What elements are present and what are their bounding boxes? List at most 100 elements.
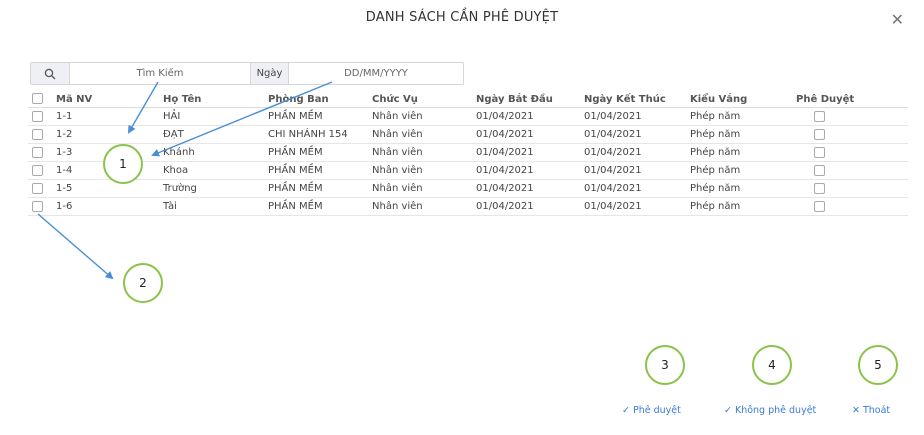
table-row[interactable]: 1-5 Trường PHẦN MỀM Nhân viên 01/04/2021… [28, 179, 908, 198]
cell-kieu-vang: Phép năm [690, 143, 796, 162]
exit-label: Thoát [862, 405, 891, 416]
cell-ngay-bat-dau: 01/04/2021 [476, 161, 584, 180]
approve-cell [796, 143, 908, 162]
table-row[interactable]: 1-3 Khánh PHẦN MỀM Nhân viên 01/04/2021 … [28, 143, 908, 162]
cell-chuc-vu: Nhân viên [372, 197, 476, 216]
approve-checkbox[interactable] [814, 110, 825, 122]
search-input[interactable] [70, 63, 250, 84]
row-select-cell [28, 143, 56, 162]
header-ngay-bat-dau[interactable]: Ngày Bắt Đầu [476, 91, 584, 108]
header-ngay-ket-thuc[interactable]: Ngày Kết Thúc [584, 91, 690, 108]
cell-ho-ten: ĐẠT [163, 125, 268, 144]
search-icon [44, 68, 56, 79]
annotation-2: 2 [123, 263, 163, 303]
cell-ho-ten: HẢI [163, 107, 268, 126]
cell-phong-ban: PHẦN MỀM [268, 107, 372, 126]
reject-label: Không phê duyệt [734, 405, 817, 416]
cell-ngay-bat-dau: 01/04/2021 [476, 197, 584, 216]
header-kieu-vang[interactable]: Kiểu Vắng [690, 91, 796, 108]
select-all-cell [28, 91, 56, 108]
annotation-3: 3 [645, 345, 685, 385]
approve-cell [796, 107, 908, 126]
cell-chuc-vu: Nhân viên [372, 143, 476, 162]
approve-checkbox[interactable] [814, 200, 825, 212]
search-bar: Ngày [30, 62, 464, 85]
cell-phong-ban: PHẦN MỀM [268, 179, 372, 198]
cell-ngay-ket-thuc: 01/04/2021 [584, 125, 690, 144]
row-checkbox[interactable] [32, 182, 43, 194]
approve-checkbox[interactable] [814, 164, 825, 176]
annotation-1: 1 [103, 144, 143, 184]
cell-ngay-ket-thuc: 01/04/2021 [584, 143, 690, 162]
cell-kieu-vang: Phép năm [690, 107, 796, 126]
cell-phong-ban: PHẦN MỀM [268, 143, 372, 162]
header-chuc-vu[interactable]: Chức Vụ [372, 91, 476, 108]
cell-ngay-bat-dau: 01/04/2021 [476, 125, 584, 144]
header-phong-ban[interactable]: Phòng Ban [268, 91, 372, 108]
close-icon: ✕ [852, 405, 860, 416]
arrow-checkbox-to-2 [37, 213, 114, 280]
annotation-5: 5 [858, 345, 898, 385]
approve-button[interactable]: ✓ Phê duyệt [622, 405, 681, 416]
cell-phong-ban: PHẦN MỀM [268, 161, 372, 180]
approve-cell [796, 197, 908, 216]
dialog-title: DANH SÁCH CẦN PHÊ DUYỆT [365, 10, 559, 25]
approve-cell [796, 125, 908, 144]
header-ho-ten[interactable]: Họ Tên [163, 91, 268, 108]
table-row[interactable]: 1-4 Khoa PHẦN MỀM Nhân viên 01/04/2021 0… [28, 161, 908, 180]
row-checkbox[interactable] [32, 110, 43, 122]
approve-checkbox[interactable] [814, 182, 825, 194]
cell-chuc-vu: Nhân viên [372, 161, 476, 180]
approve-cell [796, 161, 908, 180]
cell-ho-ten: Trường [163, 179, 268, 198]
annotation-4: 4 [752, 345, 792, 385]
cell-ma-nv: 1-2 [56, 125, 163, 144]
row-checkbox[interactable] [32, 164, 43, 176]
cell-ma-nv: 1-6 [56, 197, 163, 216]
cell-ngay-ket-thuc: 01/04/2021 [584, 107, 690, 126]
cell-ho-ten: Tài [163, 197, 268, 216]
cell-ngay-bat-dau: 01/04/2021 [476, 107, 584, 126]
cell-ho-ten: Khoa [163, 161, 268, 180]
check-icon: ✓ [724, 405, 732, 416]
cell-ngay-bat-dau: 01/04/2021 [476, 179, 584, 198]
cell-ma-nv: 1-5 [56, 179, 163, 198]
select-all-checkbox[interactable] [32, 93, 43, 105]
approve-label: Phê duyệt [632, 405, 681, 416]
approval-table: Mã NV Họ Tên Phòng Ban Chức Vụ Ngày Bắt … [28, 91, 908, 216]
cell-ngay-ket-thuc: 01/04/2021 [584, 161, 690, 180]
cell-kieu-vang: Phép năm [690, 197, 796, 216]
search-button[interactable] [31, 63, 70, 84]
cell-chuc-vu: Nhân viên [372, 107, 476, 126]
table-row[interactable]: 1-6 Tài PHẦN MỀM Nhân viên 01/04/2021 01… [28, 197, 908, 216]
table-body: 1-1 HẢI PHẦN MỀM Nhân viên 01/04/2021 01… [28, 107, 908, 216]
date-input[interactable] [289, 63, 463, 84]
table-row[interactable]: 1-2 ĐẠT CHI NHÁNH 154 Nhân viên 01/04/20… [28, 125, 908, 144]
row-checkbox[interactable] [32, 200, 43, 212]
check-icon: ✓ [622, 405, 630, 416]
approve-checkbox[interactable] [814, 128, 825, 140]
approve-checkbox[interactable] [814, 146, 825, 158]
reject-button[interactable]: ✓ Không phê duyệt [724, 405, 816, 416]
cell-phong-ban: CHI NHÁNH 154 [268, 125, 372, 144]
row-checkbox[interactable] [32, 128, 43, 140]
row-select-cell [28, 107, 56, 126]
header-phe-duyet[interactable]: Phê Duyệt [796, 91, 908, 108]
row-select-cell [28, 197, 56, 216]
header-ma-nv[interactable]: Mã NV [56, 91, 163, 108]
cell-ngay-ket-thuc: 01/04/2021 [584, 179, 690, 198]
row-select-cell [28, 161, 56, 180]
cell-chuc-vu: Nhân viên [372, 179, 476, 198]
cell-ho-ten: Khánh [163, 143, 268, 162]
cell-ma-nv: 1-1 [56, 107, 163, 126]
cell-phong-ban: PHẦN MỀM [268, 197, 372, 216]
approve-cell [796, 179, 908, 198]
row-checkbox[interactable] [32, 146, 43, 158]
table-row[interactable]: 1-1 HẢI PHẦN MỀM Nhân viên 01/04/2021 01… [28, 107, 908, 126]
cell-kieu-vang: Phép năm [690, 161, 796, 180]
cell-chuc-vu: Nhân viên [372, 125, 476, 144]
exit-button[interactable]: ✕ Thoát [852, 405, 890, 416]
cell-kieu-vang: Phép năm [690, 125, 796, 144]
table-header-row: Mã NV Họ Tên Phòng Ban Chức Vụ Ngày Bắt … [28, 91, 908, 108]
close-icon[interactable]: ✕ [891, 10, 904, 29]
